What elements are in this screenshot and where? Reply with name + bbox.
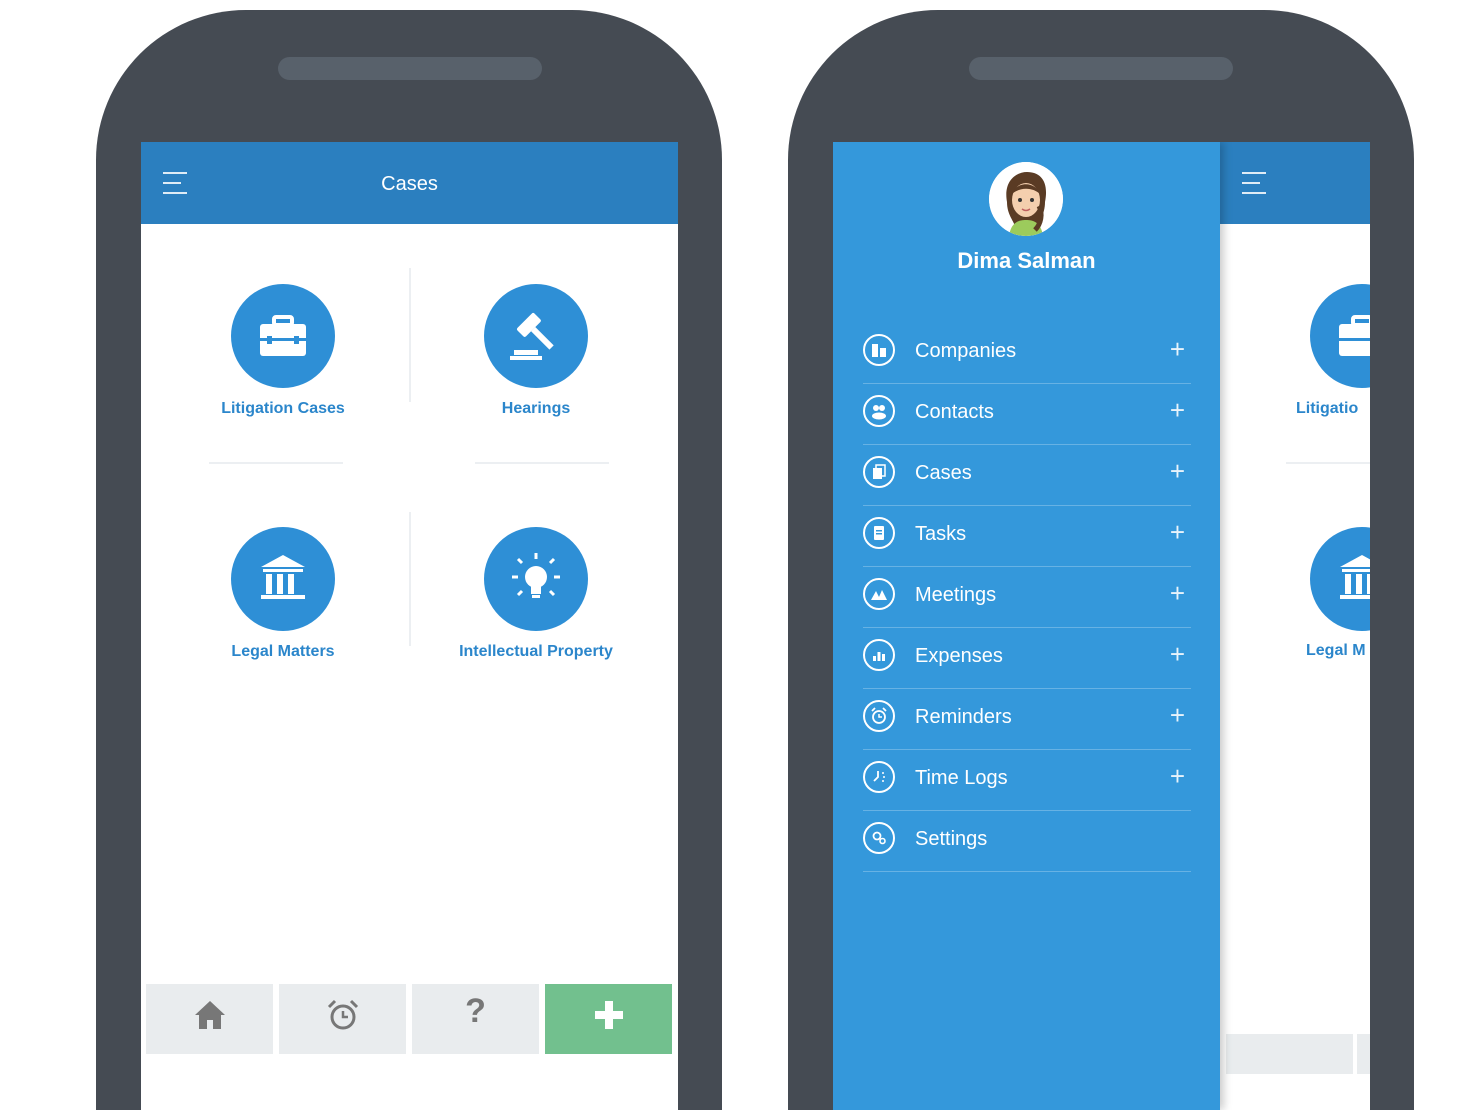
user-name: Dima Salman bbox=[957, 248, 1096, 273]
reminders-icon bbox=[863, 700, 895, 732]
plus-icon[interactable]: + bbox=[1170, 456, 1185, 487]
plus-icon bbox=[595, 1001, 623, 1029]
navigation-drawer: Dima Salman Companies + Contacts + Cases… bbox=[833, 142, 1220, 1110]
tile-label: Legal M bbox=[1306, 642, 1366, 659]
menu-item-expenses[interactable]: Expenses + bbox=[863, 628, 1191, 689]
plus-icon[interactable]: + bbox=[1170, 761, 1185, 792]
time-logs-icon bbox=[863, 761, 895, 793]
menu-item-tasks[interactable]: Tasks + bbox=[863, 506, 1191, 567]
lightbulb-icon bbox=[484, 527, 588, 631]
plus-icon[interactable]: + bbox=[1170, 700, 1185, 731]
menu-item-contacts[interactable]: Contacts + bbox=[863, 384, 1191, 445]
menu-label: Companies bbox=[915, 340, 1017, 362]
menu-label: Time Logs bbox=[915, 767, 1008, 789]
plus-icon[interactable]: + bbox=[1170, 517, 1185, 548]
contacts-icon bbox=[863, 395, 895, 427]
plus-icon[interactable]: + bbox=[1170, 578, 1185, 609]
drawer-menu: Companies + Contacts + Cases + Tasks + M… bbox=[863, 323, 1191, 872]
menu-label: Meetings bbox=[915, 584, 997, 606]
home-icon bbox=[195, 1001, 225, 1029]
menu-item-settings[interactable]: Settings bbox=[863, 811, 1191, 872]
courthouse-icon bbox=[231, 527, 335, 631]
tile-label: Intellectual Property bbox=[459, 643, 613, 660]
divider bbox=[409, 512, 411, 646]
tile-litigation-cases[interactable]: Litigation Cases bbox=[168, 284, 398, 418]
tile-legal-matters[interactable]: Legal Matters bbox=[168, 527, 398, 661]
tile-label: Litigation Cases bbox=[221, 400, 345, 417]
menu-label: Cases bbox=[915, 462, 972, 484]
menu-item-meetings[interactable]: Meetings + bbox=[863, 567, 1191, 628]
briefcase-icon bbox=[231, 284, 335, 388]
plus-icon[interactable]: + bbox=[1170, 395, 1185, 426]
app-bar: Cases bbox=[141, 142, 678, 224]
cases-screen: Cases Litigation Cases Hearings Legal Ma… bbox=[141, 142, 678, 1110]
help-label: ? bbox=[465, 992, 486, 1030]
drawer-screen: Litigatio Legal M Dima Salman Companies … bbox=[833, 142, 1370, 1110]
plus-icon[interactable]: + bbox=[1170, 639, 1185, 670]
menu-label: Settings bbox=[915, 828, 988, 850]
menu-label: Tasks bbox=[915, 523, 967, 545]
courthouse-icon bbox=[1310, 527, 1370, 631]
divider bbox=[475, 462, 609, 464]
gavel-icon bbox=[484, 284, 588, 388]
briefcase-icon bbox=[1310, 284, 1370, 388]
meetings-icon bbox=[863, 578, 895, 610]
menu-label: Reminders bbox=[915, 706, 1012, 728]
phone-speaker bbox=[278, 57, 542, 80]
hamburger-icon bbox=[1242, 170, 1266, 196]
tile-label: Legal Matters bbox=[231, 643, 335, 660]
bottom-bar-button bbox=[1226, 1034, 1353, 1074]
cases-icon bbox=[863, 456, 895, 488]
tile-label: Hearings bbox=[501, 400, 571, 417]
alarm-clock-icon bbox=[327, 999, 359, 1030]
menu-label: Expenses bbox=[915, 645, 1003, 667]
divider bbox=[1286, 462, 1370, 464]
phone-left: Cases Litigation Cases Hearings Legal Ma… bbox=[96, 10, 722, 1110]
plus-icon[interactable]: + bbox=[1170, 334, 1185, 365]
alarm-button[interactable] bbox=[279, 984, 406, 1054]
tile-hearings[interactable]: Hearings bbox=[421, 284, 651, 418]
help-button[interactable]: ? bbox=[412, 984, 539, 1054]
companies-icon bbox=[863, 334, 895, 366]
menu-item-companies[interactable]: Companies + bbox=[863, 323, 1191, 384]
settings-icon bbox=[863, 822, 895, 854]
menu-item-time-logs[interactable]: Time Logs + bbox=[863, 750, 1191, 811]
bottom-bar: ? bbox=[146, 984, 674, 1054]
tasks-icon bbox=[863, 517, 895, 549]
menu-item-reminders[interactable]: Reminders + bbox=[863, 689, 1191, 750]
phone-speaker bbox=[969, 57, 1233, 80]
divider bbox=[209, 462, 343, 464]
avatar[interactable] bbox=[989, 162, 1063, 236]
bottom-bar-button bbox=[1357, 1034, 1370, 1074]
tile-intellectual-property[interactable]: Intellectual Property bbox=[421, 527, 651, 661]
phone-right: Litigatio Legal M Dima Salman Companies … bbox=[788, 10, 1414, 1110]
expenses-icon bbox=[863, 639, 895, 671]
home-button[interactable] bbox=[146, 984, 273, 1054]
add-button[interactable] bbox=[545, 984, 672, 1054]
menu-item-cases[interactable]: Cases + bbox=[863, 445, 1191, 506]
menu-label: Contacts bbox=[915, 401, 994, 423]
divider bbox=[409, 268, 411, 402]
page-title: Cases bbox=[381, 173, 438, 195]
tile-label: Litigatio bbox=[1296, 400, 1359, 417]
